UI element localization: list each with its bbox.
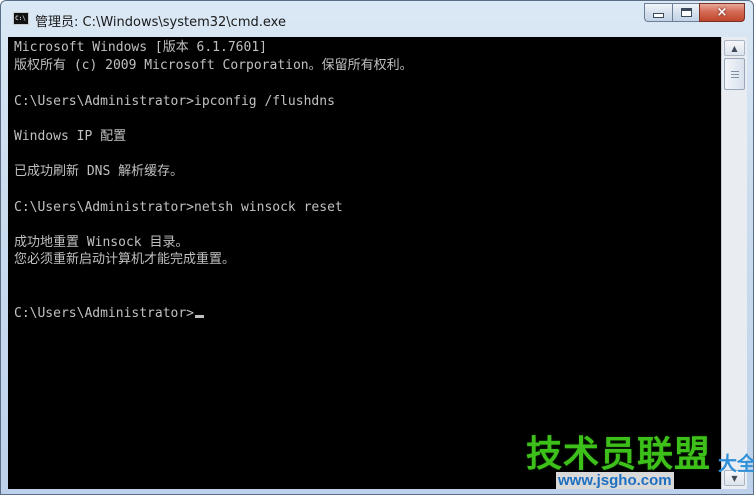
console-line: 您必须重新启动计算机才能完成重置。 xyxy=(14,252,236,267)
grip-line xyxy=(731,74,739,75)
console-line: Microsoft Windows [版本 6.1.7601] xyxy=(14,40,267,55)
watermark-url: www.jsgho.com xyxy=(556,472,674,489)
arrow-up-icon: ▲ xyxy=(731,43,738,53)
title-bar[interactable]: C:\ 管理员: C:\Windows\system32\cmd.exe × xyxy=(1,1,753,37)
minimize-button[interactable] xyxy=(644,3,672,22)
window-controls: × xyxy=(644,3,745,23)
console-line: 版权所有 (c) 2009 Microsoft Corporation。保留所有… xyxy=(14,58,413,73)
watermark-suffix: 大全 xyxy=(718,453,754,475)
command-prompt-line[interactable]: C:\Users\Administrator> xyxy=(14,306,205,322)
grip-line xyxy=(731,71,739,72)
watermark-title: 技术员联盟 xyxy=(526,434,712,475)
minimize-icon xyxy=(653,13,664,18)
console-line: 已成功刷新 DNS 解析缓存。 xyxy=(14,164,184,179)
window-title: 管理员: C:\Windows\system32\cmd.exe xyxy=(35,15,286,30)
vertical-scrollbar[interactable]: ▲ ▼ xyxy=(721,37,747,489)
site-watermark: 技术员联盟 大全 www.jsgho.com xyxy=(522,425,754,495)
scroll-thumb[interactable] xyxy=(724,58,745,90)
maximize-icon xyxy=(680,8,692,17)
text-cursor xyxy=(195,315,205,318)
command-prompt: C:\Users\Administrator> xyxy=(14,306,195,321)
maximize-button[interactable] xyxy=(672,3,699,22)
console-line: C:\Users\Administrator>ipconfig /flushdn… xyxy=(14,94,335,109)
close-icon: × xyxy=(716,5,728,20)
close-button[interactable]: × xyxy=(699,3,745,22)
cmd-icon[interactable]: C:\ xyxy=(13,12,29,25)
console-line: C:\Users\Administrator>netsh winsock res… xyxy=(14,200,343,215)
console-line: Windows IP 配置 xyxy=(14,129,127,144)
scroll-up-button[interactable]: ▲ xyxy=(724,40,745,56)
grip-line xyxy=(731,77,739,78)
console-line: 成功地重置 Winsock 目录。 xyxy=(14,235,189,250)
console-output[interactable]: Microsoft Windows [版本 6.1.7601] 版权所有 (c)… xyxy=(8,37,721,489)
cmd-window: C:\ 管理员: C:\Windows\system32\cmd.exe × M… xyxy=(0,0,754,495)
